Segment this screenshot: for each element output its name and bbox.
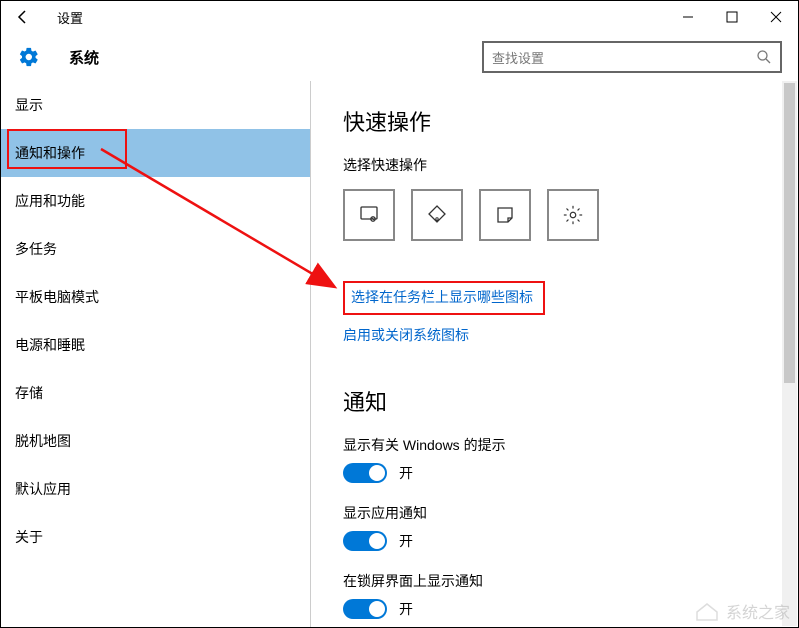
toggle-app-notifications: 显示应用通知 开 — [343, 503, 770, 551]
window-title: 设置 — [57, 8, 83, 27]
sidebar-item-apps[interactable]: 应用和功能 — [1, 177, 310, 225]
titlebar: 设置 — [1, 1, 798, 33]
quick-actions-subheading: 选择快速操作 — [343, 155, 770, 175]
qa-tile-tablet-mode[interactable] — [343, 189, 395, 241]
minimize-button[interactable] — [666, 1, 710, 33]
link-taskbar-icons[interactable]: 选择在任务栏上显示哪些图标 — [351, 287, 533, 307]
content-pane: 快速操作 选择快速操作 选择在任务栏上显示哪些图标 启用或关闭系统图标 通知 显… — [311, 81, 798, 627]
qa-tile-location[interactable] — [479, 189, 531, 241]
sidebar-item-tablet-mode[interactable]: 平板电脑模式 — [1, 273, 310, 321]
scrollbar-track[interactable] — [782, 81, 797, 626]
sidebar-item-storage[interactable]: 存储 — [1, 369, 310, 417]
sidebar-item-default-apps[interactable]: 默认应用 — [1, 465, 310, 513]
search-icon — [756, 49, 772, 65]
toggle-state: 开 — [399, 463, 413, 483]
notifications-heading: 通知 — [343, 385, 770, 417]
close-button[interactable] — [754, 1, 798, 33]
highlight-taskbar-link: 选择在任务栏上显示哪些图标 — [343, 281, 545, 315]
toggle-switch-apps[interactable] — [343, 531, 387, 551]
page-header: 系统 查找设置 — [1, 33, 798, 81]
quick-actions-heading: 快速操作 — [343, 105, 770, 137]
gear-icon — [562, 204, 584, 226]
sidebar-item-offline-maps[interactable]: 脱机地图 — [1, 417, 310, 465]
toggle-switch-lockscreen[interactable] — [343, 599, 387, 619]
tablet-mode-icon — [357, 203, 381, 227]
sidebar-item-about[interactable]: 关于 — [1, 513, 310, 561]
quick-actions-tiles — [343, 189, 770, 241]
watermark: 系统之家 — [694, 599, 790, 623]
search-input[interactable]: 查找设置 — [482, 41, 782, 73]
toggle-state: 开 — [399, 599, 413, 619]
link-system-icons[interactable]: 启用或关闭系统图标 — [343, 325, 469, 345]
maximize-button[interactable] — [710, 1, 754, 33]
sidebar: 显示 通知和操作 应用和功能 多任务 平板电脑模式 电源和睡眠 存储 脱机地图 … — [1, 81, 311, 627]
sidebar-item-multitasking[interactable]: 多任务 — [1, 225, 310, 273]
qa-tile-settings[interactable] — [547, 189, 599, 241]
note-icon — [425, 203, 449, 227]
window-controls — [666, 1, 798, 33]
sidebar-item-power-sleep[interactable]: 电源和睡眠 — [1, 321, 310, 369]
back-button[interactable] — [7, 1, 39, 33]
qa-tile-note[interactable] — [411, 189, 463, 241]
search-placeholder: 查找设置 — [492, 48, 544, 67]
sidebar-item-display[interactable]: 显示 — [1, 81, 310, 129]
page-title: 系统 — [69, 47, 99, 68]
toggle-switch-tips[interactable] — [343, 463, 387, 483]
sticky-note-icon — [494, 204, 516, 226]
settings-gear-icon — [17, 45, 41, 69]
sidebar-item-notifications[interactable]: 通知和操作 — [1, 129, 310, 177]
toggle-windows-tips: 显示有关 Windows 的提示 开 — [343, 435, 770, 483]
toggle-state: 开 — [399, 531, 413, 551]
scrollbar-thumb[interactable] — [784, 83, 795, 383]
